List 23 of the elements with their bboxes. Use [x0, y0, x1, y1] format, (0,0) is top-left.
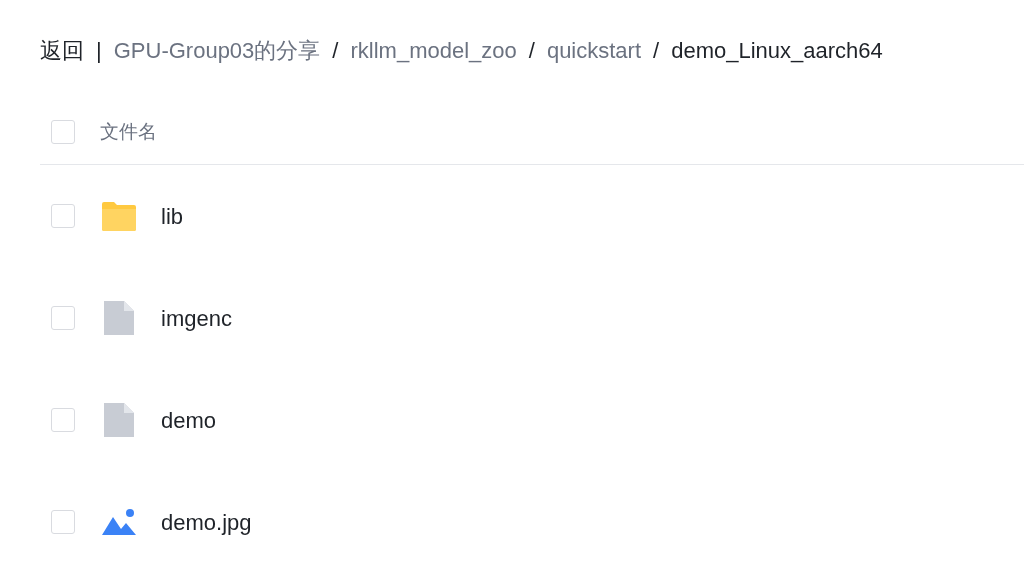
breadcrumb-item[interactable]: quickstart	[546, 33, 642, 67]
image-icon	[102, 509, 136, 535]
breadcrumb-item[interactable]: GPU-Group03的分享	[113, 33, 321, 67]
separator-text: /	[653, 36, 660, 65]
checkbox[interactable]	[51, 510, 75, 534]
separator-text: /	[528, 36, 535, 65]
folder-icon	[102, 201, 136, 231]
separator-text: /	[332, 36, 339, 65]
file-name[interactable]: demo.jpg	[161, 505, 252, 539]
checkbox[interactable]	[51, 306, 75, 330]
breadcrumb-item[interactable]: demo_Linux_aarch64	[671, 33, 883, 67]
column-header: 文件名	[100, 119, 157, 144]
divider-text: |	[96, 36, 102, 65]
checkbox[interactable]	[51, 204, 75, 228]
file-icon	[104, 301, 134, 335]
file-name[interactable]: imgenc	[161, 301, 232, 335]
checkbox[interactable]	[51, 408, 75, 432]
back-link[interactable]: 返回	[40, 33, 84, 67]
breadcrumb-item[interactable]: rkllm_model_zoo	[350, 33, 517, 67]
checkbox[interactable]	[51, 120, 75, 144]
file-icon	[104, 403, 134, 437]
file-name[interactable]: demo	[161, 403, 217, 437]
file-name[interactable]: lib	[161, 199, 183, 233]
